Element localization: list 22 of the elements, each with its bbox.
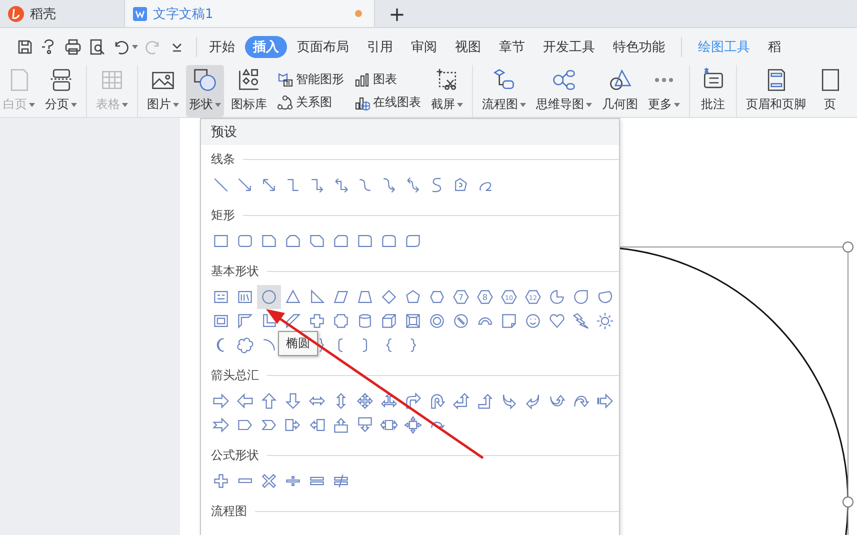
section-heading: 基本形状 (211, 262, 259, 280)
button-label: 更多 (648, 96, 680, 113)
button-label: 截屏 (431, 96, 463, 113)
button-label: 流程图 (482, 96, 526, 113)
button-label: 分页 (45, 96, 77, 113)
panel-title: 预设 (201, 119, 619, 145)
section-heading: 箭头总汇 (211, 366, 259, 384)
button-label: 批注 (701, 96, 725, 113)
button-label: 图片 (147, 96, 179, 113)
button-label: 几何图 (602, 96, 638, 113)
button-label: 表格 (96, 96, 128, 113)
button-label: 思维导图 (536, 96, 592, 113)
section-heading: 线条 (211, 150, 235, 168)
tooltip: 椭圆 (278, 331, 318, 356)
button-label: 形状 (189, 96, 221, 113)
button-label: 白页 (3, 96, 35, 113)
section-heading: 公式形状 (211, 446, 259, 464)
section-heading: 矩形 (211, 206, 235, 224)
button-label: 图标库 (231, 96, 267, 113)
button-label: 页眉和页脚 (746, 96, 806, 113)
button-label: 页 (824, 96, 836, 113)
section-heading: 流程图 (211, 502, 247, 520)
